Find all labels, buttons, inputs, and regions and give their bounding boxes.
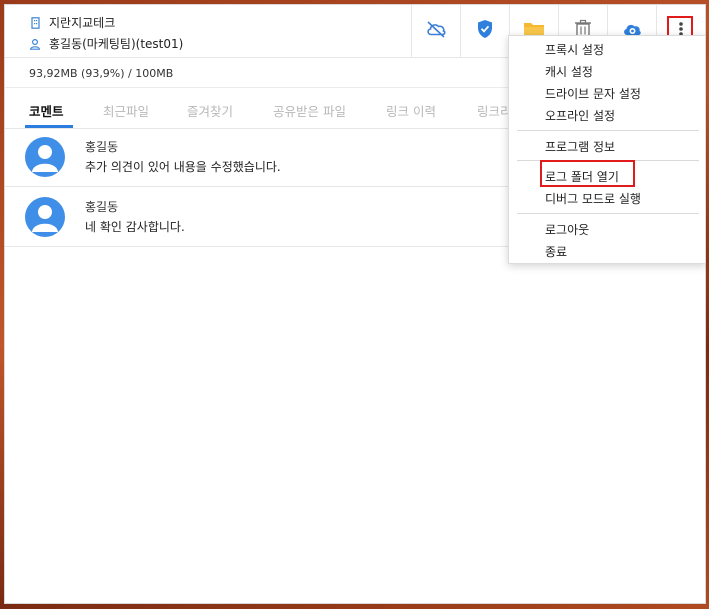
- tab-favorites[interactable]: 즐겨찾기: [187, 101, 233, 120]
- tab-recent-files[interactable]: 최근파일: [103, 101, 149, 120]
- menu-item-cache-settings[interactable]: 캐시 설정: [545, 63, 593, 80]
- menu-item-drive-letter-settings[interactable]: 드라이브 문자 설정: [545, 85, 641, 102]
- menu-item-offline-settings[interactable]: 오프라인 설정: [545, 107, 615, 124]
- company-name: 지란지교테크: [49, 16, 116, 30]
- log-folder-highlight: [540, 160, 635, 187]
- cloud-off-button[interactable]: [411, 5, 460, 57]
- tab-link-history[interactable]: 링크 이력: [386, 101, 436, 120]
- storage-usage: 93,92MB (93,9%) / 100MB: [29, 67, 174, 80]
- tab-link-more[interactable]: 링크리: [477, 101, 512, 120]
- comment-text: 추가 의견이 있어 내용을 수정했습니다.: [85, 160, 281, 174]
- more-dropdown-menu: 프록시 설정 캐시 설정 드라이브 문자 설정 오프라인 설정 프로그램 정보 …: [508, 35, 706, 264]
- menu-separator: [517, 213, 699, 214]
- avatar: [25, 197, 65, 237]
- building-icon: [29, 16, 41, 29]
- user-name: 홍길동(마케팅팀)(test01): [49, 37, 184, 51]
- menu-separator: [517, 130, 699, 131]
- menu-item-exit[interactable]: 종료: [545, 243, 567, 260]
- tab-shared-files[interactable]: 공유받은 파일: [273, 101, 346, 120]
- comment-author: 홍길동: [85, 140, 119, 154]
- avatar: [25, 137, 65, 177]
- user-icon: [29, 38, 41, 50]
- comment-text: 네 확인 감사합니다.: [85, 220, 185, 234]
- company-line: 지란지교테크: [29, 14, 115, 31]
- security-button[interactable]: [460, 5, 509, 57]
- menu-item-logout[interactable]: 로그아웃: [545, 221, 589, 238]
- comment-author: 홍길동: [85, 200, 119, 214]
- menu-item-debug-mode[interactable]: 디버그 모드로 실행: [545, 190, 641, 207]
- tab-comments[interactable]: 코멘트: [29, 101, 64, 120]
- person-icon: [32, 145, 58, 172]
- person-icon: [32, 205, 58, 232]
- menu-item-proxy-settings[interactable]: 프록시 설정: [545, 41, 604, 58]
- shield-check-icon: [476, 19, 494, 43]
- cloud-off-icon: [425, 20, 447, 42]
- user-line: 홍길동(마케팅팀)(test01): [29, 35, 183, 52]
- menu-item-program-info[interactable]: 프로그램 정보: [545, 138, 615, 155]
